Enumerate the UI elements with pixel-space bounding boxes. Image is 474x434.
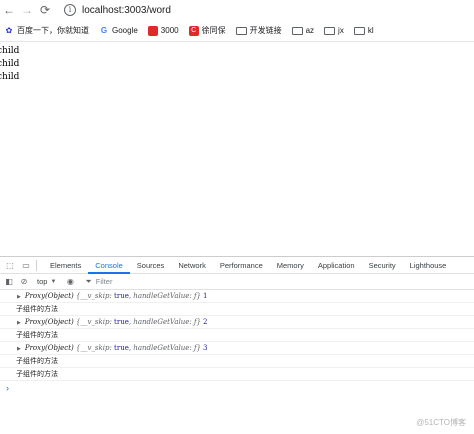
bookmark-item[interactable]: C 徐同保 [188,25,226,36]
console-object-row[interactable]: ▶ Proxy(Object) {__v_skip: true, handleGe… [0,342,474,355]
object-keyword: true [114,344,129,352]
console-message-row: 子组件的方法 [0,368,474,381]
filter-input[interactable]: ⏷ Filter [85,277,112,287]
bookmark-label: 百度一下，你就知道 [17,26,89,35]
bookmarks-bar: ✿ 百度一下，你就知道 G Google 3000 C 徐同保 开发链接 az jx kl [0,20,474,42]
console-message-row: 子组件的方法 [0,303,474,316]
console-object-row[interactable]: ▶ Proxy(Object) {__v_skip: true, handleGe… [0,316,474,329]
folder-icon [353,26,365,35]
tab-network[interactable]: Network [171,257,213,274]
url-bar[interactable]: i localhost:3003/word [64,1,464,19]
expand-triangle-icon[interactable]: ▶ [17,291,21,302]
csdn-icon: C [188,25,199,36]
paw-icon: ✿ [5,26,13,35]
tab-sources[interactable]: Sources [130,257,172,274]
object-prefix: Proxy(Object) [24,292,74,300]
site-icon [147,25,158,36]
bookmark-label: 3000 [160,26,179,35]
log-index: 3 [203,344,208,352]
expand-triangle-icon[interactable]: ▶ [17,343,21,354]
tab-console[interactable]: Console [88,257,130,274]
live-expression-eye-icon[interactable]: ◉ [64,276,76,288]
console-prompt[interactable]: › [0,381,474,395]
filter-icon: ⏷ [85,276,92,286]
devtools-tabbar: ⬚ ▭ Elements Console Sources Network Perform… [0,257,474,274]
reload-button[interactable]: ⟳ [36,1,54,19]
object-body-close: , handleGetValue: ƒ} [128,292,202,300]
console-message-row: 子组件的方法 [0,355,474,368]
object-body-open: {__v_skip: [76,318,115,326]
folder-icon [291,26,303,35]
devtools-panel: ⬚ ▭ Elements Console Sources Network Perform… [0,256,474,434]
site-info-icon[interactable]: i [64,4,76,16]
clear-console-icon[interactable]: ⊘ [18,276,30,288]
console-message-row: 子组件的方法 [0,329,474,342]
bookmark-item[interactable]: kl [353,26,374,35]
object-body-close: , handleGetValue: ƒ} [128,344,202,352]
chevron-down-icon: ▼ [50,278,57,285]
context-label: top [37,277,48,286]
address-bar: ← → ⟳ i localhost:3003/word [0,0,474,20]
folder-icon [235,26,247,35]
tab-elements[interactable]: Elements [43,257,88,274]
bookmark-item[interactable]: 开发链接 [235,25,282,36]
bookmark-label: jx [338,26,344,35]
bookmark-label: 开发链接 [249,26,282,35]
bookmark-item[interactable]: jx [324,26,344,35]
bookmark-label: kl [367,26,374,35]
watermark: @51CTO博客 [416,418,466,427]
bookmark-label: az [305,26,315,35]
tab-performance[interactable]: Performance [213,257,270,274]
object-keyword: true [114,318,129,326]
bookmark-item[interactable]: az [291,26,315,35]
context-selector[interactable]: top ▼ [37,277,56,286]
url-text: localhost:3003/word [82,4,171,16]
object-body-open: {__v_skip: [76,292,115,300]
object-body-open: {__v_skip: [76,344,115,352]
console-toolbar: ◧ ⊘ top ▼ ◉ ⏷ Filter [0,274,474,290]
child-text: child [0,46,20,56]
log-index: 1 [203,292,208,300]
divider [36,259,37,271]
folder-icon [324,26,336,35]
expand-triangle-icon[interactable]: ▶ [17,317,21,328]
tab-security[interactable]: Security [362,257,403,274]
bookmark-item[interactable]: 3000 [147,25,179,36]
object-keyword: true [114,292,129,300]
bookmark-label: Google [112,26,138,35]
page-content: child child child [0,42,474,256]
object-body-close: , handleGetValue: ƒ} [128,318,202,326]
inspect-element-icon[interactable]: ⬚ [4,259,16,271]
bookmark-label: 徐同保 [201,26,226,35]
device-toolbar-icon[interactable]: ▭ [20,259,32,271]
object-prefix: Proxy(Object) [24,344,74,352]
log-index: 2 [203,318,208,326]
tab-application[interactable]: Application [311,257,362,274]
console-output: ▶ Proxy(Object) {__v_skip: true, handleGe… [0,290,474,381]
child-text: child [0,72,20,82]
child-text: child [0,59,20,69]
bookmark-item[interactable]: ✿ 百度一下，你就知道 [4,25,89,36]
sidebar-toggle-icon[interactable]: ◧ [3,276,15,288]
forward-button[interactable]: → [18,1,36,19]
bookmark-item[interactable]: G Google [99,26,138,36]
console-object-row[interactable]: ▶ Proxy(Object) {__v_skip: true, handleGe… [0,290,474,303]
filter-placeholder: Filter [95,277,113,286]
tab-memory[interactable]: Memory [270,257,311,274]
object-prefix: Proxy(Object) [24,318,74,326]
back-button[interactable]: ← [0,1,18,19]
tab-lighthouse[interactable]: Lighthouse [403,257,454,274]
google-icon: G [100,26,108,35]
